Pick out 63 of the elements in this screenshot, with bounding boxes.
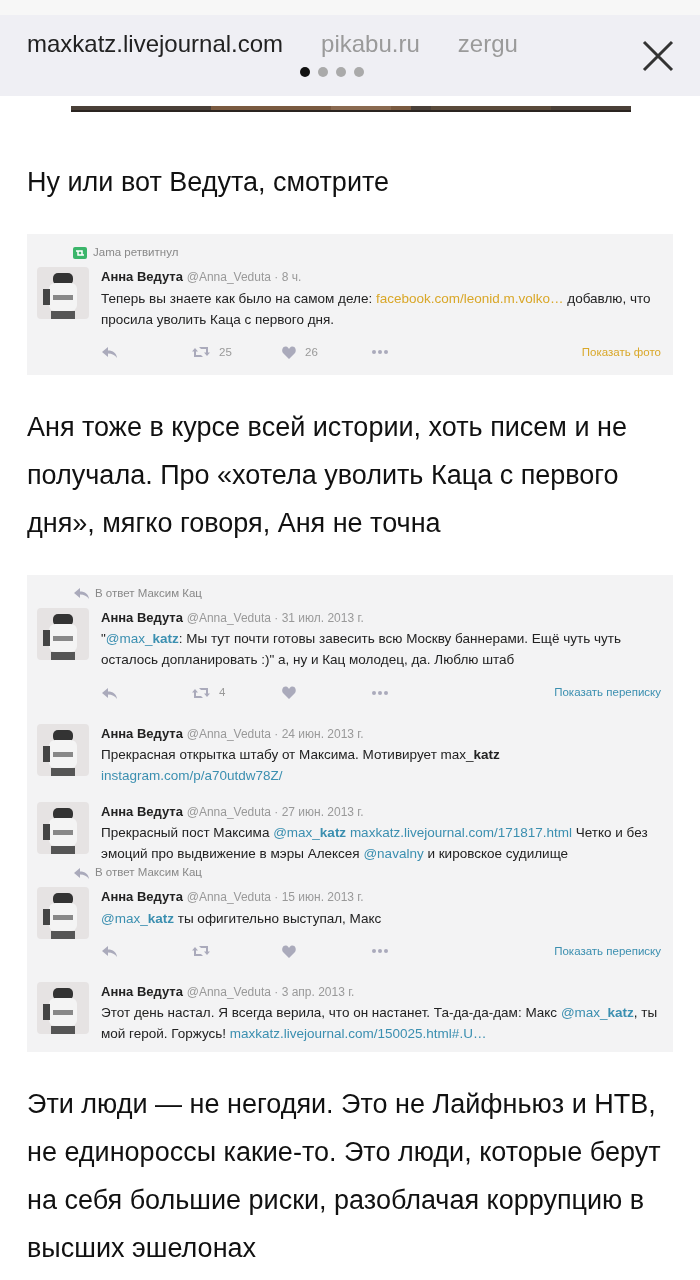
tweet-time: · 24 июн. 2013 г. bbox=[274, 726, 364, 741]
tweet-link[interactable]: @max_katz bbox=[101, 910, 174, 926]
paragraph: Ну или вот Ведута, смотрите bbox=[27, 166, 391, 199]
tweet-text: @max_katz ты офигительно выступал, Макс bbox=[101, 909, 383, 928]
context-text: В ответ Максим Кац bbox=[95, 865, 202, 880]
tweet-link[interactable]: facebook.com/leonid.m.volko… bbox=[375, 290, 564, 306]
author-handle: @Anna_Veduta bbox=[186, 984, 272, 999]
tweet-time: · 3 апр. 2013 г. bbox=[274, 984, 355, 999]
like-count: 26 bbox=[305, 344, 318, 360]
paragraph: Эти люди — не негодяи. Это не Лайфньюз и НТВ, не единороссы какие-то. Это люди, которые берут на себя большие риски, разоблачая коррупцию в высших эшелонах bbox=[27, 1088, 662, 1265]
paragraph: Аня тоже в курсе всей истории, хоть писем и не получала. Про «хотела уволить Каца с первого дня», мягко говоря, Аня не точна bbox=[27, 410, 628, 540]
retweet-icon[interactable] bbox=[191, 944, 211, 959]
retweet-icon[interactable] bbox=[191, 685, 211, 700]
retweet-icon bbox=[73, 246, 87, 259]
tweet-time: · 8 ч. bbox=[274, 270, 302, 285]
author-name: Анна Ведута bbox=[101, 725, 183, 741]
author-handle: @Anna_Veduta bbox=[186, 890, 272, 905]
author-handle: @Anna_Veduta bbox=[186, 804, 272, 819]
site-tab[interactable]: maxkatz.livejournal.com bbox=[27, 29, 284, 59]
site-tab[interactable]: zergu bbox=[457, 29, 518, 59]
retweet-icon[interactable] bbox=[191, 345, 211, 360]
author-name: Анна Ведута bbox=[101, 269, 183, 285]
heart-icon[interactable] bbox=[281, 685, 297, 701]
heart-icon[interactable] bbox=[281, 943, 297, 959]
author-handle: @Anna_Veduta bbox=[186, 726, 272, 741]
author-handle: @Anna_Veduta bbox=[186, 611, 272, 625]
reply-icon[interactable] bbox=[101, 944, 119, 959]
context-text: В ответ Максим Кац bbox=[95, 585, 202, 601]
tweet-time: · 27 июн. 2013 г. bbox=[274, 804, 364, 819]
show-link[interactable]: Показать переписку bbox=[554, 942, 661, 960]
reply-icon[interactable] bbox=[101, 685, 119, 700]
tweet-text: Прекрасный пост Максима @max_katz maxkatz.livejournal.com/171817.html Четко и без эмоций про выдвижение в мэры Алексея @navalny и кировское судилище bbox=[101, 824, 649, 863]
tweet-time: · 31 июл. 2013 г. bbox=[274, 611, 364, 625]
tweet-link[interactable]: @navalny bbox=[363, 846, 424, 861]
tweet-text: "@max_katz: Мы тут почти готовы завесить всю Москву баннерами. Ещё чуть чуть осталось допланировать :)" а, ну и Кац молодец, да. Люблю штаб bbox=[101, 630, 622, 670]
author-name: Анна Ведута bbox=[101, 889, 183, 905]
retweet-count: 25 bbox=[219, 344, 232, 360]
heart-icon[interactable] bbox=[281, 344, 297, 360]
more-icon[interactable] bbox=[371, 688, 389, 697]
reply-icon bbox=[73, 865, 89, 880]
show-link[interactable]: Показать фото bbox=[581, 343, 661, 361]
more-icon[interactable] bbox=[371, 947, 389, 956]
close-icon[interactable] bbox=[642, 40, 674, 72]
retweet-count: 4 bbox=[219, 685, 226, 701]
tweet-link[interactable]: @max_katz maxkatz.livejournal.com/171817.html bbox=[273, 825, 572, 840]
tweet-link[interactable]: instagram.com/p/a70utdw78Z/ bbox=[101, 767, 283, 783]
reply-icon bbox=[73, 586, 89, 601]
author-name: Анна Ведута bbox=[101, 803, 183, 819]
author-name: Анна Ведута bbox=[101, 983, 183, 999]
tweet-link[interactable]: @max_katz bbox=[105, 631, 179, 647]
show-link[interactable]: Показать переписку bbox=[554, 684, 661, 702]
tweet-link[interactable]: @max_katz bbox=[560, 1005, 634, 1020]
more-icon[interactable] bbox=[371, 348, 389, 357]
tweet-text: Прекрасная открытка штабу от Максима. Мотивирует max_katz instagram.com/p/a70utdw78Z/ bbox=[101, 745, 501, 785]
context-text: Jama ретвитнул bbox=[93, 245, 179, 260]
tweet-text: Этот день настал. Я всегда верила, что он настанет. Та-да-да-дам: Макс @max_katz, ты мой герой. Горжусь! maxkatz.livejournal.com/150025.html#.U… bbox=[101, 1004, 659, 1043]
author-handle: @Anna_Veduta bbox=[186, 270, 272, 285]
tweet-time: · 15 июн. 2013 г. bbox=[274, 890, 364, 905]
reply-icon[interactable] bbox=[101, 345, 119, 360]
tweet-link[interactable]: maxkatz.livejournal.com/150025.html#.U… bbox=[229, 1026, 487, 1041]
tweet-text: Теперь вы знаете как было на самом деле: facebook.com/leonid.m.volko… добавлю, что просила уволить Каца с первого дня. bbox=[101, 289, 652, 329]
site-tab[interactable]: pikabu.ru bbox=[321, 29, 420, 59]
author-name: Анна Ведута bbox=[101, 610, 183, 625]
